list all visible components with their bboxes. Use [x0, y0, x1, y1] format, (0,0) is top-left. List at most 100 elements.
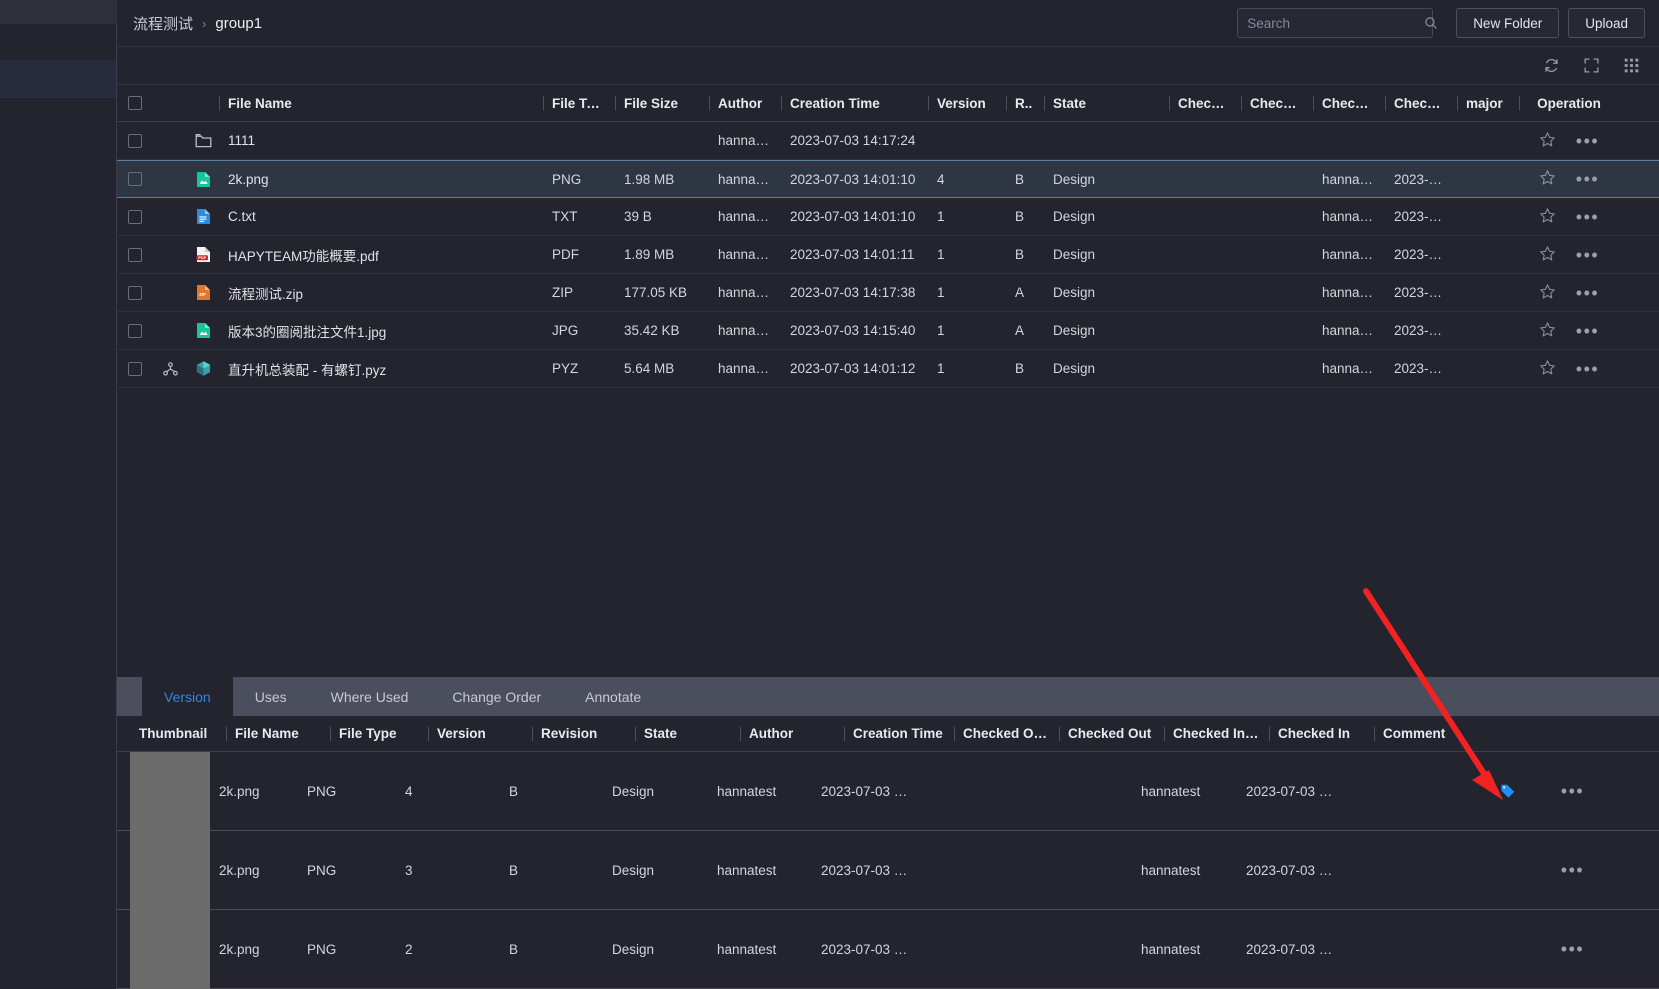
star-icon[interactable]	[1539, 169, 1556, 189]
version-thumbnail[interactable]	[130, 751, 210, 831]
table-row[interactable]: 2k.png PNG 1.98 MB hannatest 2023-07-03 14:0…	[117, 160, 1659, 198]
header-major[interactable]: major	[1457, 96, 1519, 111]
header-state[interactable]: State	[1044, 96, 1169, 111]
cell-file-name[interactable]: C.txt	[219, 209, 543, 224]
star-icon[interactable]	[1539, 359, 1556, 379]
empty-area	[117, 388, 1659, 677]
version-header-state[interactable]: State	[635, 726, 740, 741]
version-header-checked-out-by[interactable]: Checked O…	[954, 726, 1059, 741]
version-header-author[interactable]: Author	[740, 726, 844, 741]
cell-file-name[interactable]: HAPYTEAM功能概要.pdf	[219, 245, 543, 265]
header-file-size[interactable]: File Size	[615, 96, 709, 111]
table-row[interactable]: C.txt TXT 39 B hannatest 2023-07-03 14:01:10…	[117, 198, 1659, 236]
table-row[interactable]: 1111 hannatest 2023-07-03 14:17:24 •••	[117, 122, 1659, 160]
list-item[interactable]: 2k.png PNG 3 B Design hannatest 2023-07-03 … ha…	[117, 830, 1659, 910]
version-header-creation-time[interactable]: Creation Time	[844, 726, 954, 741]
tab-uses[interactable]: Uses	[233, 677, 309, 716]
header-checked-out[interactable]: Checke…	[1241, 96, 1313, 111]
tab-where-used[interactable]: Where Used	[309, 677, 431, 716]
more-options-icon[interactable]: •••	[1576, 208, 1599, 226]
text-file-icon	[187, 208, 219, 225]
cell-operation: •••	[1519, 321, 1619, 341]
table-row[interactable]: 版本3的圈阅批注文件1.jpg JPG 35.42 KB hannatest 2023-…	[117, 312, 1659, 350]
cell-file-name[interactable]: 直升机总装配 - 有螺钉.pyz	[219, 359, 543, 379]
version-header-file-name[interactable]: File Name	[226, 726, 330, 741]
main-content: 流程测试 › group1 New Folder Upload	[117, 0, 1659, 989]
star-icon[interactable]	[1539, 283, 1556, 303]
header-checked-out-by[interactable]: Checke…	[1169, 96, 1241, 111]
refresh-icon[interactable]	[1543, 57, 1560, 74]
star-icon[interactable]	[1539, 207, 1556, 227]
breadcrumb-root[interactable]: 流程测试	[133, 13, 193, 34]
search-input[interactable]	[1247, 15, 1425, 31]
cell-file-name[interactable]: 流程测试.zip	[219, 283, 543, 303]
header-file-type[interactable]: File Type	[543, 96, 615, 111]
version-thumbnail[interactable]	[130, 909, 210, 989]
more-options-icon[interactable]: •••	[1576, 170, 1599, 188]
header-version[interactable]: Version	[928, 96, 1006, 111]
tab-version[interactable]: Version	[142, 677, 233, 716]
file-name-text: 2k.png	[228, 171, 269, 187]
header-creation-time[interactable]: Creation Time	[781, 96, 928, 111]
more-options-icon[interactable]: •••	[1576, 132, 1599, 150]
cell-file-name[interactable]: 版本3的圈阅批注文件1.jpg	[219, 321, 543, 341]
header-checked-in-by[interactable]: Checke…	[1313, 96, 1385, 111]
table-row[interactable]: ZIP 流程测试.zip ZIP 177.05 KB hannatest 2023-07-…	[117, 274, 1659, 312]
more-options-icon[interactable]: •••	[1561, 945, 1584, 953]
more-options-icon[interactable]: •••	[1561, 866, 1584, 874]
search-box[interactable]	[1237, 8, 1438, 38]
cell-file-name[interactable]: 2k.png	[219, 172, 543, 187]
version-header-checked-in-by[interactable]: Checked In …	[1164, 726, 1269, 741]
version-cell-creation-time: 2023-07-03 …	[821, 941, 908, 957]
star-icon[interactable]	[1539, 321, 1556, 341]
grid-view-icon[interactable]	[1623, 57, 1640, 74]
row-checkbox[interactable]	[128, 133, 142, 148]
breadcrumb-current[interactable]: group1	[215, 15, 262, 32]
version-cell-tag[interactable]	[1447, 783, 1525, 799]
list-item[interactable]: 2k.png PNG 4 B Design hannatest 2023-07-03 … ha…	[117, 751, 1659, 831]
sidebar-selected-item[interactable]	[0, 60, 117, 98]
more-options-icon[interactable]: •••	[1576, 246, 1599, 264]
cell-version: 1	[937, 209, 945, 224]
tab-annotate[interactable]: Annotate	[563, 677, 663, 716]
header-file-name[interactable]: File Name	[219, 96, 543, 111]
more-options-icon[interactable]: •••	[1576, 360, 1599, 378]
version-header-version[interactable]: Version	[428, 726, 532, 741]
version-cell-file-type: PNG	[307, 941, 337, 957]
table-row[interactable]: PDF HAPYTEAM功能概要.pdf PDF 1.89 MB hannatest 20…	[117, 236, 1659, 274]
tab-change-order[interactable]: Change Order	[430, 677, 563, 716]
star-icon[interactable]	[1539, 245, 1556, 265]
row-checkbox[interactable]	[128, 172, 142, 186]
structure-tree-icon[interactable]	[153, 361, 187, 376]
row-checkbox[interactable]	[128, 323, 142, 338]
version-thumbnail[interactable]	[130, 830, 210, 910]
version-header-comment[interactable]: Comment	[1374, 726, 1479, 741]
header-revision[interactable]: R..	[1006, 96, 1044, 111]
more-options-icon[interactable]: •••	[1561, 787, 1584, 795]
star-icon[interactable]	[1539, 131, 1556, 151]
upload-button[interactable]: Upload	[1568, 8, 1645, 38]
version-header-file-type[interactable]: File Type	[330, 726, 428, 741]
fullscreen-icon[interactable]	[1583, 57, 1600, 74]
row-checkbox[interactable]	[128, 361, 142, 376]
more-options-icon[interactable]: •••	[1576, 284, 1599, 302]
select-all-checkbox[interactable]	[128, 96, 142, 110]
cell-author: hannatest	[718, 323, 778, 338]
cad-file-icon	[187, 360, 219, 377]
detail-tab-bar: Version Uses Where Used Change Order Annotat…	[117, 677, 1659, 716]
version-header-checked-out[interactable]: Checked Out	[1059, 726, 1164, 741]
version-header-revision[interactable]: Revision	[532, 726, 635, 741]
header-author[interactable]: Author	[709, 96, 781, 111]
header-operation: Operation	[1519, 96, 1619, 111]
row-checkbox[interactable]	[128, 285, 142, 300]
header-checked-in[interactable]: Checke…	[1385, 96, 1457, 111]
new-folder-button[interactable]: New Folder	[1456, 8, 1560, 38]
more-options-icon[interactable]: •••	[1576, 322, 1599, 340]
list-item[interactable]: 2k.png PNG 2 B Design hannatest 2023-07-03 … ha…	[117, 909, 1659, 989]
version-cell-creation-time: 2023-07-03 …	[821, 783, 908, 799]
row-checkbox[interactable]	[128, 209, 142, 224]
version-header-checked-in[interactable]: Checked In	[1269, 726, 1374, 741]
row-checkbox[interactable]	[128, 247, 142, 262]
table-row[interactable]: 直升机总装配 - 有螺钉.pyz PYZ 5.64 MB hannatest 2023-…	[117, 350, 1659, 388]
cell-file-name[interactable]: 1111	[219, 133, 543, 148]
